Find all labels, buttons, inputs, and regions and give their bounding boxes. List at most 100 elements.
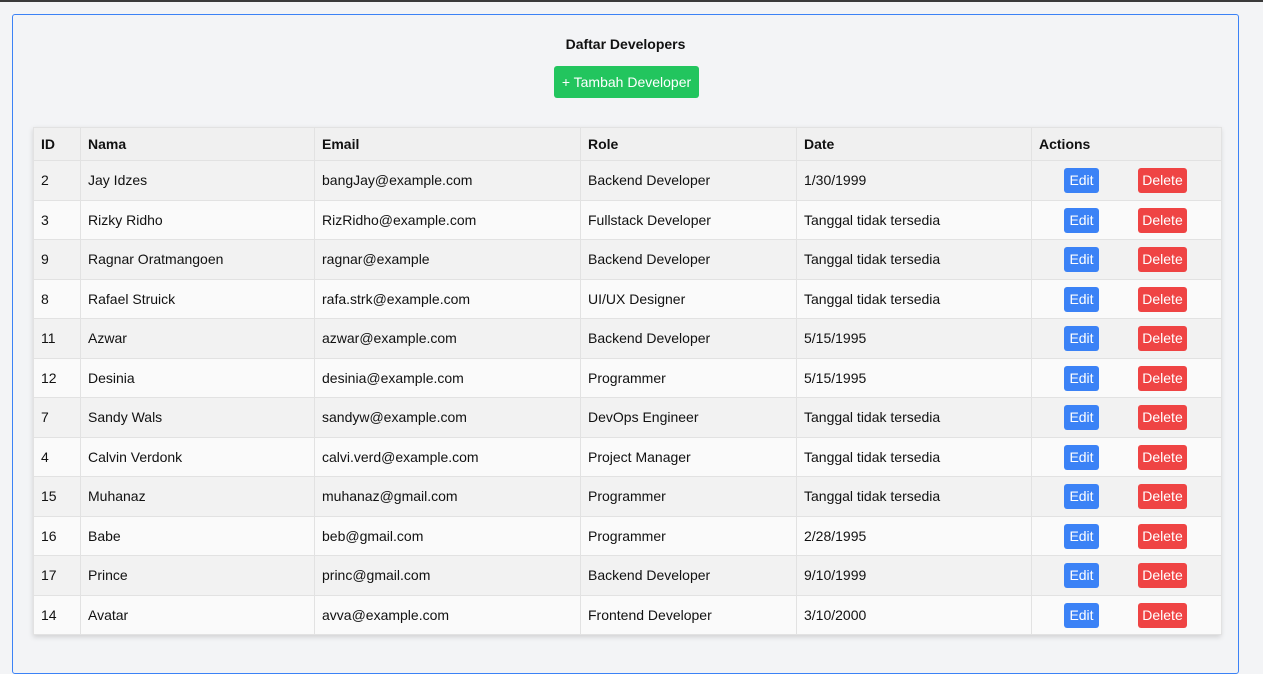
cell-name: Babe [80,515,315,556]
delete-button[interactable]: Delete [1138,365,1187,391]
column-header-email: Email [314,127,581,161]
edit-button[interactable]: Edit [1064,405,1099,431]
cell-actions: Edit Delete [1031,357,1222,398]
delete-button[interactable]: Delete [1138,168,1187,194]
cell-id: 9 [33,239,81,280]
cell-date: 5/15/1995 [796,357,1032,398]
column-header-date: Date [796,127,1032,161]
add-developer-button[interactable]: + Tambah Developer [554,66,699,98]
cell-email: RizRidho@example.com [314,199,581,240]
cell-id: 17 [33,555,81,596]
cell-id: 15 [33,476,81,517]
edit-button[interactable]: Edit [1064,444,1099,470]
cell-id: 8 [33,278,81,319]
table-row: 9 Ragnar Oratmangoen ragnar@example Back… [33,239,1222,280]
cell-id: 7 [33,397,81,438]
delete-button[interactable]: Delete [1138,444,1187,470]
cell-date: 5/15/1995 [796,318,1032,359]
delete-button[interactable]: Delete [1138,523,1187,549]
cell-id: 2 [33,160,81,201]
cell-name: Jay Idzes [80,160,315,201]
cell-id: 11 [33,318,81,359]
cell-role: Programmer [580,515,797,556]
cell-name: Avatar [80,594,315,635]
cell-name: Sandy Wals [80,397,315,438]
cell-actions: Edit Delete [1031,239,1222,280]
delete-button[interactable]: Delete [1138,405,1187,431]
cell-role: Backend Developer [580,239,797,280]
table-row: 2 Jay Idzes bangJay@example.com Backend … [33,160,1222,201]
cell-email: muhanaz@gmail.com [314,476,581,517]
table-header-row: ID Nama Email Role Date Actions [33,127,1222,161]
table-row: 7 Sandy Wals sandyw@example.com DevOps E… [33,397,1222,438]
cell-email: azwar@example.com [314,318,581,359]
delete-button[interactable]: Delete [1138,247,1187,273]
cell-email: princ@gmail.com [314,555,581,596]
column-header-id: ID [33,127,81,161]
edit-button[interactable]: Edit [1064,286,1099,312]
delete-button[interactable]: Delete [1138,326,1187,352]
table-row: 12 Desinia desinia@example.com Programme… [33,357,1222,398]
column-header-actions: Actions [1031,127,1222,161]
edit-button[interactable]: Edit [1064,365,1099,391]
column-header-name: Nama [80,127,315,161]
cell-id: 16 [33,515,81,556]
cell-date: Tanggal tidak tersedia [796,397,1032,438]
cell-actions: Edit Delete [1031,278,1222,319]
edit-button[interactable]: Edit [1064,207,1099,233]
edit-button[interactable]: Edit [1064,326,1099,352]
cell-actions: Edit Delete [1031,199,1222,240]
edit-button[interactable]: Edit [1064,168,1099,194]
delete-button[interactable]: Delete [1138,484,1187,510]
cell-role: Backend Developer [580,160,797,201]
delete-button[interactable]: Delete [1138,563,1187,589]
cell-email: desinia@example.com [314,357,581,398]
cell-email: ragnar@example [314,239,581,280]
cell-name: Azwar [80,318,315,359]
table-row: 17 Prince princ@gmail.com Backend Develo… [33,555,1222,596]
cell-actions: Edit Delete [1031,476,1222,517]
cell-role: UI/UX Designer [580,278,797,319]
edit-button[interactable]: Edit [1064,602,1099,628]
cell-email: avva@example.com [314,594,581,635]
cell-name: Rafael Struick [80,278,315,319]
cell-date: Tanggal tidak tersedia [796,239,1032,280]
cell-role: Programmer [580,357,797,398]
developer-table: ID Nama Email Role Date Actions 2 Jay Id… [33,127,1222,635]
cell-name: Prince [80,555,315,596]
cell-date: Tanggal tidak tersedia [796,278,1032,319]
cell-role: DevOps Engineer [580,397,797,438]
cell-actions: Edit Delete [1031,436,1222,477]
cell-date: 3/10/2000 [796,594,1032,635]
cell-name: Calvin Verdonk [80,436,315,477]
cell-date: Tanggal tidak tersedia [796,199,1032,240]
cell-role: Fullstack Developer [580,199,797,240]
cell-email: calvi.verd@example.com [314,436,581,477]
table-row: 11 Azwar azwar@example.com Backend Devel… [33,318,1222,359]
cell-actions: Edit Delete [1031,515,1222,556]
cell-email: sandyw@example.com [314,397,581,438]
cell-date: 1/30/1999 [796,160,1032,201]
table-body: 2 Jay Idzes bangJay@example.com Backend … [33,160,1222,635]
cell-role: Backend Developer [580,318,797,359]
delete-button[interactable]: Delete [1138,602,1187,628]
cell-name: Muhanaz [80,476,315,517]
cell-actions: Edit Delete [1031,594,1222,635]
table-row: 8 Rafael Struick rafa.strk@example.com U… [33,278,1222,319]
edit-button[interactable]: Edit [1064,247,1099,273]
cell-role: Programmer [580,476,797,517]
table-row: 14 Avatar avva@example.com Frontend Deve… [33,594,1222,635]
cell-actions: Edit Delete [1031,160,1222,201]
delete-button[interactable]: Delete [1138,286,1187,312]
edit-button[interactable]: Edit [1064,484,1099,510]
cell-email: beb@gmail.com [314,515,581,556]
table-row: 4 Calvin Verdonk calvi.verd@example.com … [33,436,1222,477]
cell-actions: Edit Delete [1031,318,1222,359]
delete-button[interactable]: Delete [1138,207,1187,233]
cell-name: Rizky Ridho [80,199,315,240]
cell-role: Backend Developer [580,555,797,596]
edit-button[interactable]: Edit [1064,523,1099,549]
edit-button[interactable]: Edit [1064,563,1099,589]
cell-name: Ragnar Oratmangoen [80,239,315,280]
cell-date: 9/10/1999 [796,555,1032,596]
